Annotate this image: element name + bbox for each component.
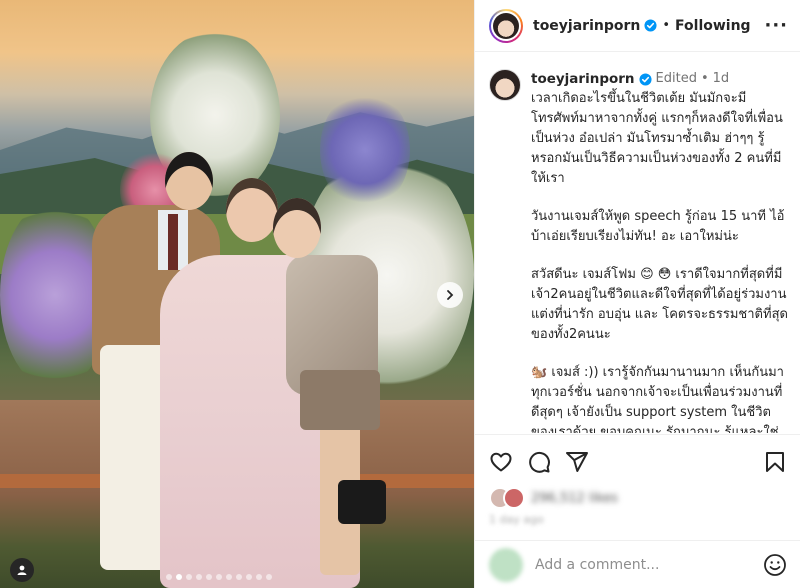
verified-badge-icon (644, 19, 657, 32)
time-separator: • (700, 71, 709, 86)
carousel-dot (186, 574, 192, 580)
carousel-dot (196, 574, 202, 580)
carousel-dot (166, 574, 172, 580)
comment-box (475, 540, 800, 588)
caption-paragraph: เวลาเกิดอะไรขึ้นในชีวิตเต้ย มันมักจะมีโท… (531, 91, 783, 186)
carousel-dot (266, 574, 272, 580)
user-tag-icon (17, 565, 27, 575)
header-separator: • (662, 18, 671, 33)
caption-row: toeyjarinporn Edited • 1d เวลาเกิดอะไรขึ… (489, 69, 789, 433)
caption-header: toeyjarinporn Edited • 1d (531, 69, 789, 89)
carousel-dot (226, 574, 232, 580)
carousel-dot (246, 574, 252, 580)
liker-avatar (503, 487, 525, 509)
caption-paragraph: วันงานเจมส์ให้พูด speech รู้ก่อน 15 นาที… (531, 209, 785, 244)
more-options-button[interactable]: ··· (764, 15, 788, 36)
handbag (338, 480, 386, 524)
caption-avatar[interactable] (489, 69, 521, 101)
next-photo-button[interactable] (437, 282, 463, 308)
viewer-avatar (489, 547, 523, 582)
comment-icon[interactable] (527, 450, 551, 474)
post-header: toeyjarinporn • Following ··· (475, 0, 800, 52)
carousel-dot (236, 574, 242, 580)
post-time[interactable]: 1d (713, 69, 730, 89)
carousel-dot (206, 574, 212, 580)
profile-avatar[interactable] (489, 8, 523, 43)
carousel-dot (176, 574, 182, 580)
tagged-users-button[interactable] (10, 558, 34, 582)
friend-head (273, 198, 321, 258)
share-icon[interactable] (565, 450, 589, 474)
username-link[interactable]: toeyjarinporn (533, 18, 640, 34)
groom-head (165, 152, 213, 210)
likes-row[interactable]: 296,512 likes (489, 487, 787, 509)
edited-label: Edited (655, 71, 697, 86)
instagram-post-view: toeyjarinporn • Following ··· toeyjarinp… (0, 0, 800, 588)
caption-body: toeyjarinporn Edited • 1d เวลาเกิดอะไรขึ… (531, 69, 789, 433)
bride-head (226, 178, 278, 242)
post-date: 1 day ago (489, 513, 544, 526)
friend-skirt (300, 370, 380, 430)
comment-input[interactable] (535, 556, 735, 573)
carousel-dot (256, 574, 262, 580)
following-button[interactable]: Following (675, 18, 751, 34)
bookmark-icon[interactable] (763, 450, 787, 474)
caption-scroll-area[interactable]: toeyjarinporn Edited • 1d เวลาเกิดอะไรขึ… (475, 53, 800, 433)
carousel-indicator (166, 574, 272, 580)
emoji-icon[interactable] (763, 553, 787, 577)
heart-icon[interactable] (489, 450, 513, 474)
caption-paragraph: 🐿️ เจมส์ :)) เรารู้จักกันมานานมาก เห็นกั… (531, 365, 784, 433)
chevron-right-icon (447, 290, 454, 300)
action-bar: 296,512 likes 1 day ago (475, 434, 800, 526)
caption-paragraph: สวัสดีนะ เจมส์โฟม 😊 😳 เราดีใจมากที่สุดที… (531, 267, 788, 342)
flower-arrangement-purple (320, 90, 410, 210)
caption-username-link[interactable]: toeyjarinporn (531, 69, 635, 89)
groom-tie (168, 214, 178, 270)
post-side-panel: toeyjarinporn • Following ··· toeyjarinp… (474, 0, 800, 588)
post-photo[interactable] (0, 0, 474, 588)
carousel-dot (216, 574, 222, 580)
verified-badge-icon (638, 72, 652, 86)
likes-count[interactable]: 296,512 likes (531, 491, 618, 506)
